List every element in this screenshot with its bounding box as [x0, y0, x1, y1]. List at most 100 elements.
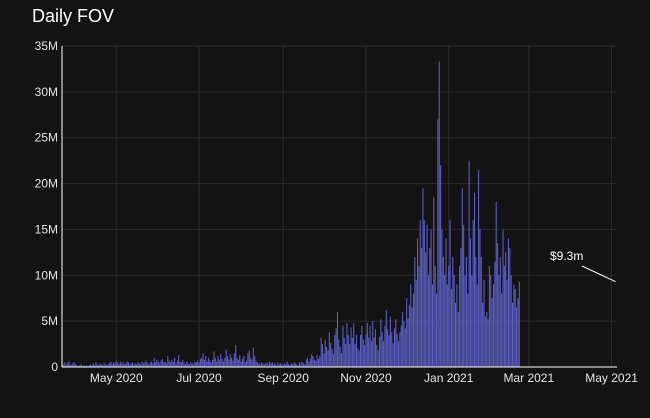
bar	[468, 160, 470, 367]
bar	[421, 247, 423, 367]
bar	[164, 361, 166, 367]
bar	[172, 361, 174, 367]
bar	[326, 346, 328, 367]
bar	[308, 361, 310, 367]
bar	[203, 359, 206, 367]
chart-root: Daily FOV 0 5M 10M 15M 20M 25M 30M 35M May 2020 J…	[0, 0, 650, 418]
bar	[151, 361, 153, 367]
bar	[408, 304, 410, 367]
bar	[450, 289, 452, 367]
bar	[353, 322, 355, 367]
bar	[422, 188, 424, 367]
bar	[513, 284, 515, 367]
bar	[395, 319, 397, 367]
bar	[159, 363, 161, 367]
annotation-layer: $9.3m	[550, 249, 616, 283]
bar	[448, 266, 450, 367]
bar	[119, 361, 121, 367]
bar	[324, 339, 326, 367]
annotation-label: $9.3m	[550, 249, 583, 263]
bar	[265, 363, 267, 367]
bar	[378, 336, 381, 367]
bar	[315, 360, 317, 367]
x-tick-label: Jan 2021	[424, 371, 474, 385]
bar	[202, 353, 204, 367]
bar	[440, 165, 442, 367]
bar	[271, 362, 273, 367]
bar	[461, 188, 463, 367]
bar	[423, 220, 425, 367]
bar	[354, 344, 356, 367]
bar	[209, 360, 211, 367]
bar	[376, 344, 378, 367]
y-tick-label: 35M	[35, 39, 58, 53]
bar	[407, 318, 409, 367]
bar	[495, 201, 497, 367]
bar	[153, 357, 155, 367]
y-tick-label: 0	[51, 360, 58, 374]
bar	[121, 363, 123, 367]
bar	[389, 316, 391, 367]
bar	[199, 358, 201, 367]
bar	[342, 325, 344, 367]
bar	[92, 363, 94, 367]
bar	[509, 247, 511, 367]
bar	[362, 339, 364, 367]
bar	[224, 357, 226, 367]
x-tick-label: Sep 2020	[257, 371, 309, 385]
bar	[346, 322, 348, 367]
bar	[313, 359, 315, 367]
bar	[221, 358, 223, 367]
y-tick-label: 25M	[35, 131, 58, 145]
bar	[387, 329, 389, 367]
bar	[126, 361, 128, 367]
bar	[138, 363, 140, 367]
bar	[416, 238, 419, 367]
bar	[331, 348, 333, 367]
bar	[491, 298, 493, 367]
bar	[414, 256, 416, 367]
bar	[220, 354, 222, 367]
bar	[212, 359, 214, 367]
bar	[195, 362, 197, 367]
bar	[145, 360, 147, 367]
bar	[284, 363, 286, 367]
bar	[235, 344, 237, 367]
x-tick-label: May 2021	[585, 371, 638, 385]
bar	[316, 355, 318, 367]
y-tick-label: 5M	[41, 314, 58, 328]
bar	[418, 266, 420, 367]
bar	[68, 361, 70, 367]
bar	[156, 359, 158, 367]
x-tick-label: May 2020	[90, 371, 143, 385]
bar	[467, 293, 469, 367]
bar	[266, 362, 268, 367]
bar	[179, 361, 181, 367]
bar	[454, 302, 457, 367]
bar	[161, 358, 163, 367]
bar	[498, 275, 500, 367]
bar	[392, 343, 394, 367]
bar	[350, 327, 352, 367]
bar	[182, 359, 184, 367]
bar	[340, 353, 343, 367]
bar	[222, 361, 225, 367]
bar	[191, 363, 193, 367]
bar	[399, 332, 401, 367]
bar	[210, 362, 212, 367]
bar	[478, 169, 480, 367]
bar	[163, 362, 165, 367]
bar	[469, 238, 471, 367]
bar	[110, 361, 112, 367]
bar	[430, 229, 432, 367]
bar	[357, 348, 359, 367]
bar	[73, 362, 75, 367]
bar	[115, 360, 117, 367]
bar	[487, 319, 489, 367]
bar	[269, 361, 271, 367]
bar	[66, 363, 68, 367]
x-tick-label: Nov 2020	[340, 371, 392, 385]
bar	[319, 355, 321, 367]
bar	[134, 363, 136, 367]
bar	[365, 333, 367, 367]
